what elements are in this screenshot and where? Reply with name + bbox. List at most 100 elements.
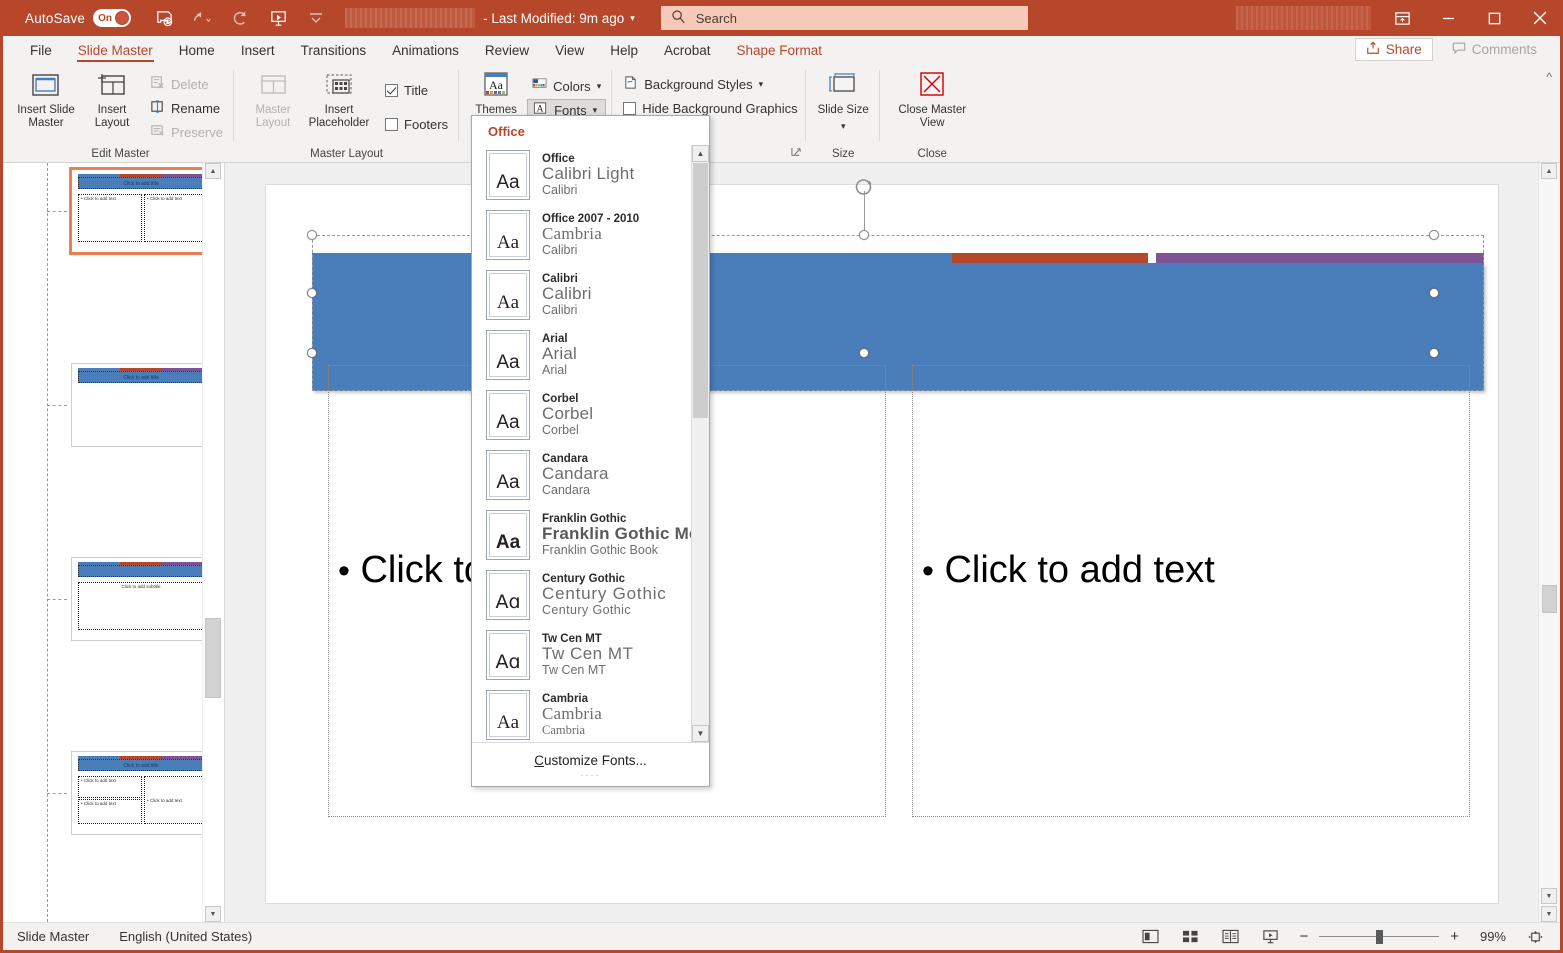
background-styles-button[interactable]: Background Styles ▾ (618, 73, 802, 95)
fonts-chevron-down-icon[interactable]: ▾ (593, 105, 598, 116)
reading-view-icon[interactable] (1219, 927, 1241, 947)
tab-review[interactable]: Review (472, 40, 542, 64)
share-button[interactable]: Share (1354, 38, 1433, 61)
tab-view[interactable]: View (542, 40, 597, 64)
footers-checkbox[interactable] (385, 117, 399, 131)
slide-sorter-icon[interactable] (1179, 927, 1201, 947)
zoom-level-label[interactable]: 99% (1470, 929, 1506, 944)
close-button[interactable] (1517, 0, 1563, 36)
resize-handle-top-left[interactable] (307, 230, 317, 240)
rotate-handle-icon[interactable] (854, 177, 876, 199)
tab-home[interactable]: Home (166, 40, 228, 64)
scroll-down-page-icon[interactable]: ▼ (1541, 906, 1557, 922)
slide-size-chevron-down-icon[interactable]: ▾ (841, 120, 846, 133)
thumbnail-layout-title[interactable]: Click to add title (71, 363, 211, 447)
tab-file[interactable]: File (17, 40, 65, 64)
autosave-toggle[interactable]: AutoSave On (25, 9, 132, 27)
font-theme-item[interactable]: Aa Cambria Cambria Cambria (472, 685, 691, 742)
undo-icon[interactable] (191, 7, 213, 29)
zoom-in-button[interactable]: + (1450, 928, 1459, 945)
scroll-down-icon[interactable]: ▼ (692, 725, 709, 742)
hide-background-graphics-checkbox[interactable] (623, 101, 637, 115)
font-theme-item[interactable]: Aɑ Tw Cen MT Tw Cen MT Tw Cen MT (472, 625, 691, 685)
tab-insert[interactable]: Insert (228, 40, 288, 64)
thumbnail-scroll-thumb[interactable] (205, 618, 221, 698)
font-theme-item[interactable]: Aa Calibri Calibri Calibri (472, 265, 691, 325)
insert-slide-master-button[interactable]: Insert Slide Master (13, 67, 79, 130)
canvas-scroll-thumb[interactable] (1542, 585, 1557, 613)
menu-grip-icon[interactable]: ···· (581, 770, 601, 779)
resize-handle-top-right[interactable] (1429, 230, 1439, 240)
thumbnail-layout-title-slide[interactable]: Click to add subtitle (71, 557, 211, 641)
tab-help[interactable]: Help (597, 40, 651, 64)
zoom-knob[interactable] (1376, 929, 1384, 944)
maximize-button[interactable] (1471, 0, 1517, 36)
theme-fonts-dropdown[interactable]: Office Aa Office Calibri Light Calibri A… (471, 115, 710, 787)
normal-view-icon[interactable] (1139, 927, 1161, 947)
resize-handle-bottom-left[interactable] (307, 348, 317, 358)
rename-button[interactable]: Rename (145, 97, 228, 119)
font-theme-item[interactable]: Aa Franklin Gothic Franklin Gothic Med F… (472, 505, 691, 565)
scroll-up-icon[interactable]: ▲ (205, 163, 221, 179)
scroll-up-icon[interactable]: ▲ (1541, 163, 1557, 179)
font-theme-item[interactable]: Aa Office 2007 - 2010 Cambria Calibri (472, 205, 691, 265)
scroll-down-icon[interactable]: ▼ (1541, 888, 1557, 904)
comments-button[interactable]: Comments (1441, 38, 1548, 61)
tab-acrobat[interactable]: Acrobat (651, 40, 724, 64)
canvas-vertical-scrollbar[interactable]: ▲ ▼ ▼ (1538, 163, 1560, 922)
title-checkbox-row[interactable]: Title (380, 79, 453, 101)
resize-handle-bottom-center[interactable] (859, 348, 869, 358)
font-theme-item[interactable]: Aa Office Calibri Light Calibri (472, 145, 691, 205)
slide-size-button[interactable]: Slide Size ▾ (812, 67, 874, 133)
customize-qat-icon[interactable] (305, 7, 327, 29)
scroll-down-icon[interactable]: ▼ (205, 906, 221, 922)
customize-fonts-button[interactable]: Customize Fonts... (534, 753, 647, 768)
zoom-slider[interactable] (1319, 929, 1440, 944)
font-menu-scrollbar[interactable]: ▲ ▼ (691, 145, 709, 742)
slide-master-canvas[interactable]: • Click to add text • Click to add text (266, 179, 1498, 903)
thumbnail-slide-master[interactable]: Click to add title • Click to add text •… (69, 167, 213, 255)
font-theme-item[interactable]: Aa Arial Arial Arial (472, 325, 691, 385)
font-theme-item[interactable]: Aɑ Century Gothic Century Gothic Century… (472, 565, 691, 625)
preserve-button[interactable]: Preserve (145, 121, 228, 143)
chevron-down-icon[interactable]: ▾ (630, 13, 635, 24)
slideshow-icon[interactable] (1259, 927, 1281, 947)
tab-animations[interactable]: Animations (379, 40, 472, 64)
tab-slide-master[interactable]: Slide Master (65, 40, 166, 64)
autosave-switch[interactable]: On (93, 9, 132, 27)
font-theme-item[interactable]: Aa Candara Candara Candara (472, 445, 691, 505)
minimize-button[interactable] (1425, 0, 1471, 36)
ribbon-display-options-icon[interactable] (1379, 0, 1425, 36)
fit-to-window-icon[interactable] (1524, 927, 1546, 947)
status-language[interactable]: English (United States) (119, 929, 252, 944)
present-icon[interactable] (267, 7, 289, 29)
insert-placeholder-button[interactable]: Insert Placeholder (306, 67, 372, 130)
ribbon: Insert Slide Master Insert Layout Delete (3, 64, 1560, 163)
resize-handle-middle-left[interactable] (307, 288, 317, 298)
thumbnail-layout-comparison[interactable]: Click to add title • Click to add text •… (71, 751, 211, 835)
master-layout-button[interactable]: Master Layout (240, 67, 306, 130)
delete-button[interactable]: Delete (145, 73, 228, 95)
redo-icon[interactable] (229, 7, 251, 29)
tab-shape-format[interactable]: Shape Format (724, 40, 836, 64)
collapse-ribbon-icon[interactable]: ^ (1546, 70, 1552, 84)
close-master-view-button[interactable]: Close Master View (886, 67, 978, 130)
title-checkbox[interactable] (385, 83, 399, 97)
font-theme-item[interactable]: Aa Corbel Corbel Corbel (472, 385, 691, 445)
thumbnail-scrollbar[interactable]: ▲ ▼ (202, 163, 224, 922)
colors-chevron-down-icon[interactable]: ▾ (597, 81, 602, 92)
insert-layout-button[interactable]: Insert Layout (79, 67, 145, 130)
search-input[interactable]: Search (660, 6, 1028, 30)
tab-transitions[interactable]: Transitions (288, 40, 380, 64)
zoom-out-button[interactable]: − (1299, 928, 1308, 945)
colors-button[interactable]: Colors ▾ (527, 75, 606, 97)
font-menu-scroll-thumb[interactable] (693, 163, 708, 418)
footers-checkbox-row[interactable]: Footers (380, 113, 453, 135)
background-styles-chevron-down-icon[interactable]: ▾ (759, 79, 764, 90)
background-dialog-launcher-icon[interactable] (791, 147, 802, 161)
scroll-up-icon[interactable]: ▲ (692, 145, 709, 162)
resize-handle-top-center[interactable] (859, 230, 869, 240)
resize-handle-middle-right[interactable] (1429, 288, 1439, 298)
save-icon[interactable] (153, 7, 175, 29)
resize-handle-bottom-right[interactable] (1429, 348, 1439, 358)
